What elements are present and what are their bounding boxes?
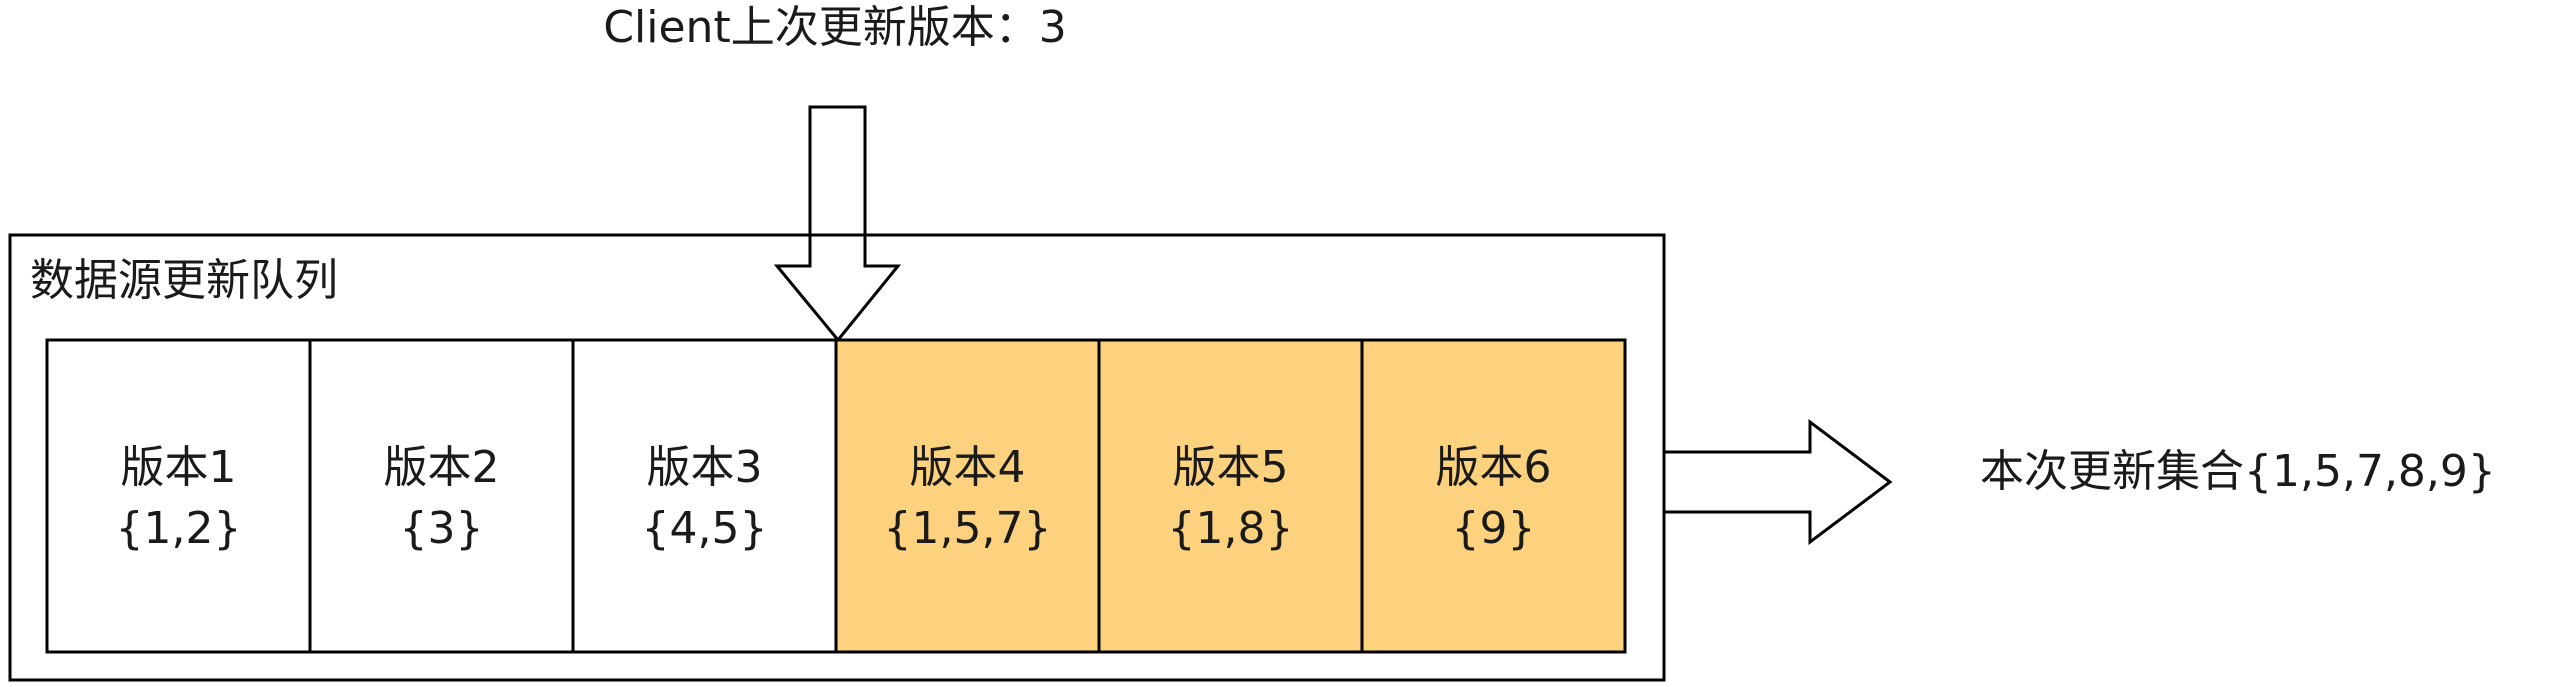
version-cell: 版本2{3}: [308, 338, 575, 654]
version-cells: 版本1{1,2}版本2{3}版本3{4,5}版本4{1,5,7}版本5{1,8}…: [45, 338, 1627, 654]
version-cell: 版本4 {1,5,7}: [834, 338, 1101, 654]
version-cell-box: [834, 338, 1101, 654]
version-cell-box: [571, 338, 838, 654]
version-cell: 版本6{9}: [1360, 338, 1627, 654]
version-cell: 版本1 {1,2}: [45, 338, 312, 654]
version-cell-box: [308, 338, 575, 654]
version-cell-box: [1097, 338, 1364, 654]
version-set: {1,5,7}: [884, 503, 1052, 554]
down-arrow-icon: [773, 105, 902, 343]
version-name: 版本5: [1173, 442, 1289, 493]
version-set: {1,8}: [1168, 503, 1294, 554]
version-set: {3}: [400, 503, 484, 554]
right-arrow-icon: [1662, 419, 1893, 545]
update-queue-diagram: Client上次更新版本：3 数据源更新队列 版本1{1,2}版本2{3}版本3…: [8, 2, 2496, 682]
version-set: {1,2}: [116, 503, 242, 554]
version-name: 版本3: [647, 442, 763, 493]
queue-title: 数据源更新队列: [30, 255, 338, 306]
version-set: {9}: [1452, 503, 1536, 554]
version-name: 版本6: [1436, 442, 1552, 493]
version-cell: 版本5 {1,8}: [1097, 338, 1364, 654]
client-version-label: Client上次更新版本：3: [603, 2, 1066, 53]
version-cell: 版本3 {4,5}: [571, 338, 838, 654]
version-name: 版本2: [384, 442, 500, 493]
result-set-label: 本次更新集合{1,5,7,8,9}: [1980, 446, 2496, 497]
version-set: {4,5}: [642, 503, 768, 554]
version-name: 版本1: [121, 442, 237, 493]
version-cell-box: [45, 338, 312, 654]
version-name: 版本4: [910, 442, 1026, 493]
version-cell-box: [1360, 338, 1627, 654]
